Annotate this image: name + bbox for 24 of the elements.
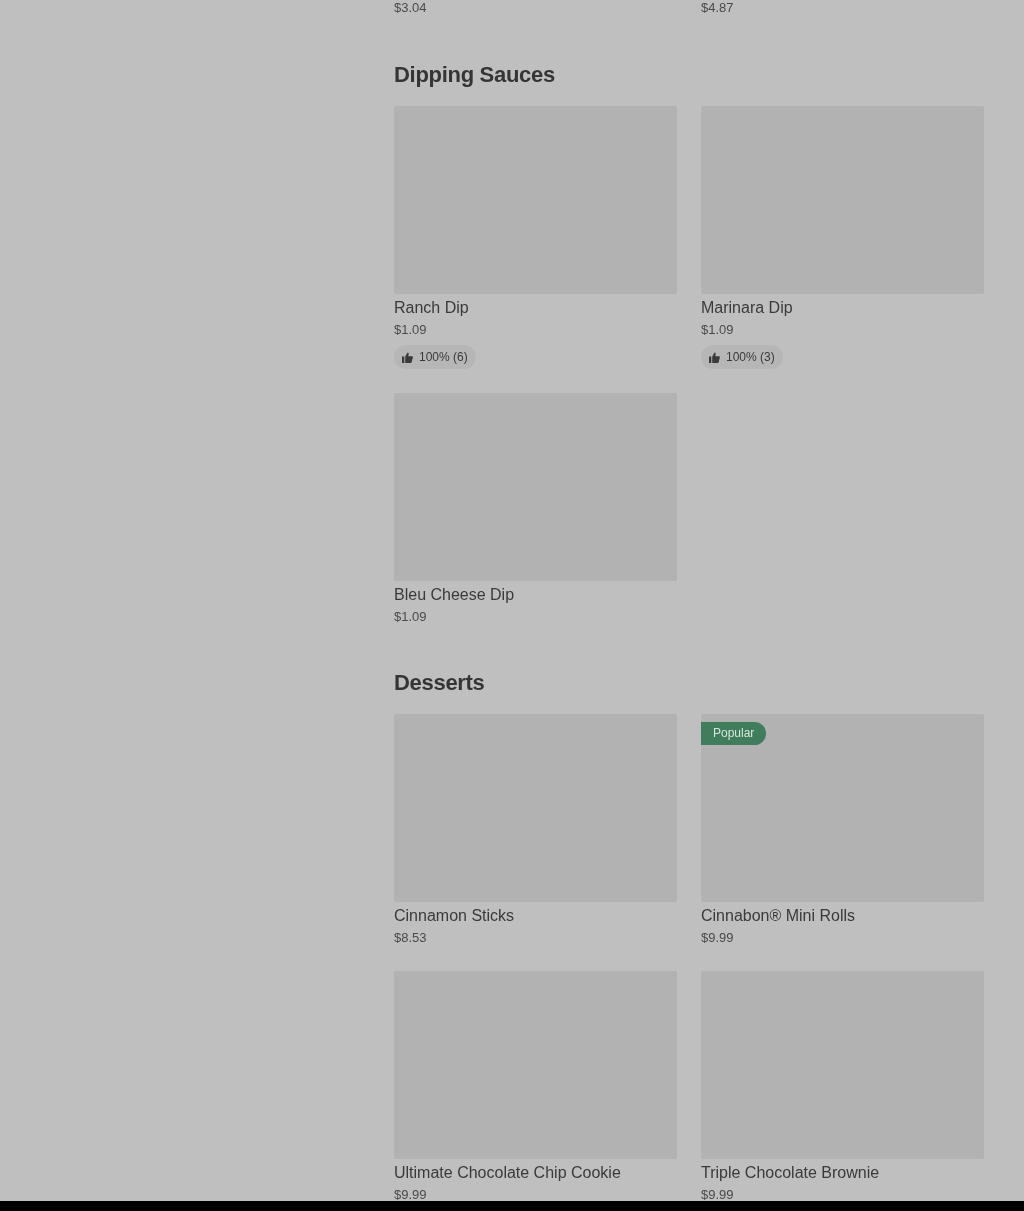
thumbs-up-icon <box>402 351 413 363</box>
item-name[interactable]: Triple Chocolate Brownie <box>701 1163 984 1183</box>
item-price: $3.04 <box>394 0 428 16</box>
item-name[interactable]: Ranch Dip <box>394 298 677 318</box>
rating-text: 100% (3) <box>726 350 775 364</box>
item-name[interactable]: Cinnabon® Mini Rolls <box>701 906 984 926</box>
item-price: $9.99 <box>701 929 735 947</box>
section-heading: Desserts <box>394 669 486 697</box>
item-price: $1.09 <box>394 608 428 626</box>
item-price: $4.87 <box>701 0 735 16</box>
item-price: $9.99 <box>394 1186 428 1204</box>
section-heading: Dipping Sauces <box>394 61 556 89</box>
item-price: $8.53 <box>394 929 428 947</box>
item-price: $9.99 <box>701 1186 735 1204</box>
item-name[interactable]: Cinnamon Sticks <box>394 906 677 926</box>
item-name[interactable]: Marinara Dip <box>701 298 984 318</box>
popular-tag: Popular <box>701 722 767 745</box>
thumbs-up-icon <box>709 351 720 363</box>
image-placeholder[interactable]: Popular <box>701 714 984 902</box>
item-price: $1.09 <box>394 321 428 339</box>
item-name[interactable]: Ultimate Chocolate Chip Cookie <box>394 1163 677 1183</box>
rating-text: 100% (6) <box>419 350 468 364</box>
item-price: $1.09 <box>701 321 735 339</box>
item-name[interactable]: Bleu Cheese Dip <box>394 585 677 605</box>
